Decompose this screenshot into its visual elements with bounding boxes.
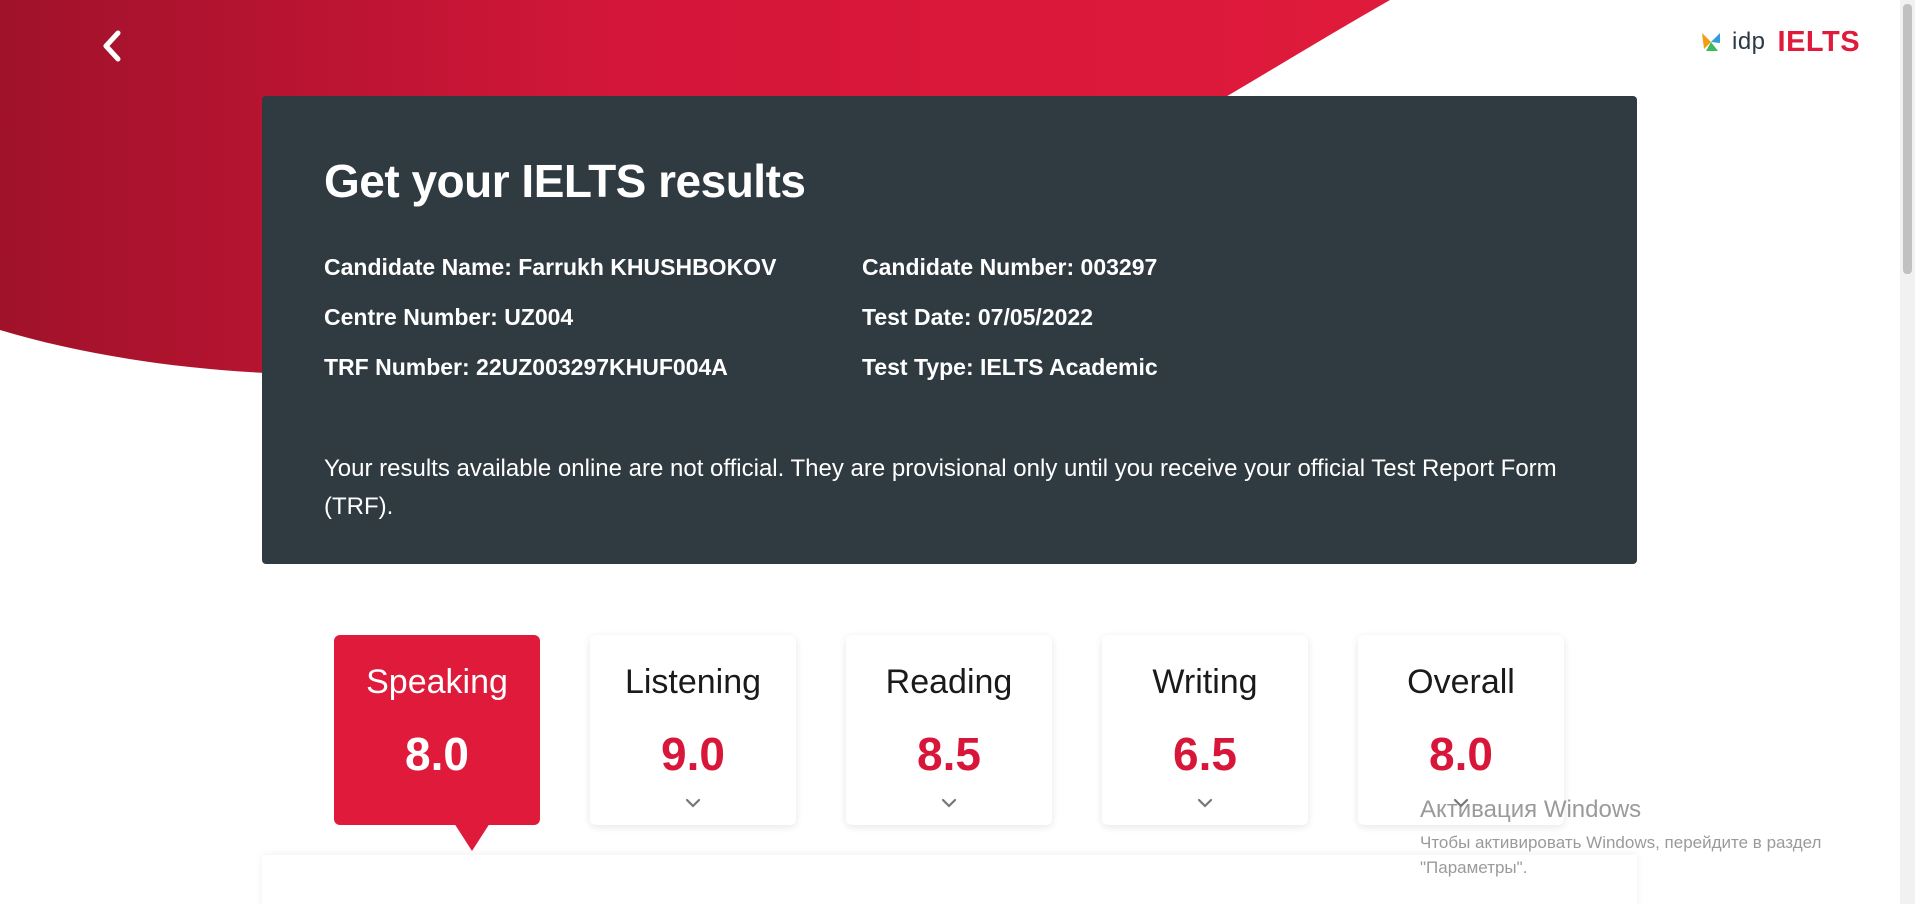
idp-logo-icon bbox=[1702, 33, 1720, 51]
tile-writing[interactable]: Writing 6.5 bbox=[1102, 635, 1308, 825]
results-info-card: Get your IELTS results Candidate Name: F… bbox=[262, 96, 1637, 564]
centre-number: Centre Number: UZ004 bbox=[324, 304, 574, 330]
back-button[interactable] bbox=[92, 26, 132, 66]
scrollbar-thumb[interactable] bbox=[1903, 4, 1912, 274]
chevron-left-icon bbox=[103, 30, 121, 62]
tile-label: Reading bbox=[885, 663, 1013, 701]
watermark-line2: "Параметры". bbox=[1420, 858, 1528, 877]
watermark-line1: Чтобы активировать Windows, перейдите в … bbox=[1420, 833, 1822, 852]
selected-pointer bbox=[454, 823, 490, 851]
watermark-title: Активация Windows bbox=[1420, 796, 1642, 823]
tile-label: Speaking bbox=[366, 663, 508, 701]
chevron-down-icon bbox=[941, 798, 957, 808]
windows-activation-watermark: Активация Windows Чтобы активировать Win… bbox=[1420, 796, 1821, 880]
chevron-down-icon bbox=[1197, 798, 1213, 808]
ielts-label: IELTS bbox=[1777, 25, 1861, 58]
candidate-number: Candidate Number: 003297 bbox=[862, 254, 1158, 280]
tile-score: 8.5 bbox=[917, 728, 981, 780]
tile-score: 6.5 bbox=[1173, 728, 1237, 780]
tile-score: 8.0 bbox=[1429, 728, 1493, 780]
tile-score: 8.0 bbox=[405, 728, 469, 780]
tile-speaking[interactable]: Speaking 8.0 bbox=[334, 635, 540, 851]
test-type: Test Type: IELTS Academic bbox=[862, 354, 1158, 380]
tile-listening[interactable]: Listening 9.0 bbox=[590, 635, 796, 825]
tile-label: Overall bbox=[1407, 663, 1515, 701]
test-date: Test Date: 07/05/2022 bbox=[862, 304, 1093, 330]
tile-label: Writing bbox=[1152, 663, 1258, 701]
tile-reading[interactable]: Reading 8.5 bbox=[846, 635, 1052, 825]
candidate-name: Candidate Name: Farrukh KHUSHBOKOV bbox=[324, 254, 777, 280]
tile-score: 9.0 bbox=[661, 728, 725, 780]
provisional-note: Your results available online are not of… bbox=[324, 455, 1557, 520]
vertical-scrollbar[interactable] bbox=[1900, 0, 1915, 904]
idp-label: idp bbox=[1732, 28, 1766, 55]
tile-label: Listening bbox=[624, 663, 762, 701]
trf-number: TRF Number: 22UZ003297KHUF004A bbox=[324, 354, 728, 380]
brand-logo: idp IELTS bbox=[1700, 26, 1860, 58]
results-page: idp IELTS Get your IELTS results Candida… bbox=[0, 0, 1915, 904]
page-title: Get your IELTS results bbox=[324, 155, 806, 207]
chevron-down-icon bbox=[685, 798, 701, 808]
